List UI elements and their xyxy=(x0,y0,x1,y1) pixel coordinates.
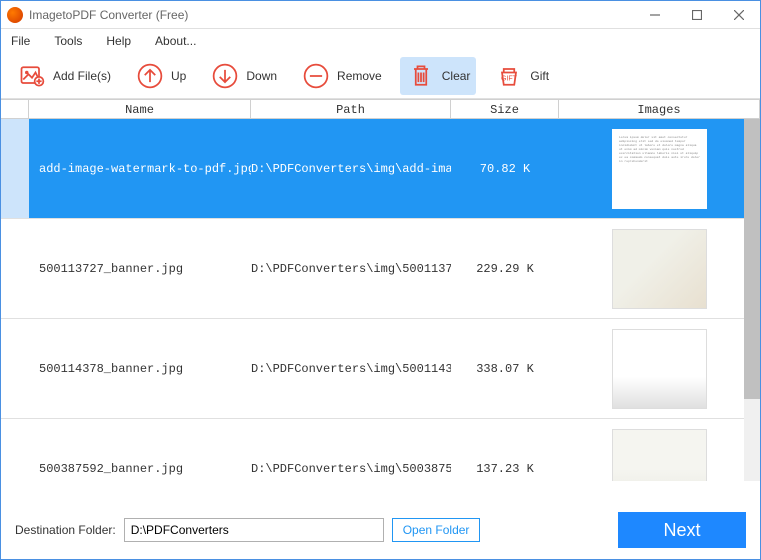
menu-tools[interactable]: Tools xyxy=(54,34,82,48)
add-file-icon xyxy=(17,61,47,91)
row-handle[interactable] xyxy=(1,419,29,481)
menu-file[interactable]: File xyxy=(11,34,30,48)
add-file-label: Add File(s) xyxy=(53,69,111,83)
cell-thumbnail: Lorem ipsum dolor sit amet consectetur a… xyxy=(559,129,760,209)
destination-label: Destination Folder: xyxy=(15,523,116,537)
maximize-button[interactable] xyxy=(676,1,718,29)
cell-thumbnail xyxy=(559,329,760,409)
cell-size: 229.29 K xyxy=(451,262,559,276)
cell-name: 500387592_banner.jpg xyxy=(29,462,251,476)
minimize-button[interactable] xyxy=(634,1,676,29)
thumbnail-image xyxy=(612,229,707,309)
cell-name: 500114378_banner.jpg xyxy=(29,362,251,376)
file-table: Name Path Size Images add-image-watermar… xyxy=(1,99,760,481)
titlebar: ImagetoPDF Converter (Free) xyxy=(1,1,760,29)
clear-label: Clear xyxy=(442,69,471,83)
col-name[interactable]: Name xyxy=(29,100,251,118)
table-header: Name Path Size Images xyxy=(1,99,760,119)
remove-icon xyxy=(301,61,331,91)
cell-size: 338.07 K xyxy=(451,362,559,376)
clear-button[interactable]: Clear xyxy=(400,57,477,95)
gift-icon: GIFT xyxy=(494,61,524,91)
thumbnail-image: Lorem ipsum dolor sit amet consectetur a… xyxy=(612,129,707,209)
cell-thumbnail xyxy=(559,429,760,482)
table-body: add-image-watermark-to-pdf.jpg D:\PDFCon… xyxy=(1,119,760,481)
row-handle[interactable] xyxy=(1,319,29,418)
arrow-up-icon xyxy=(135,61,165,91)
bottom-bar: Destination Folder: Open Folder Next xyxy=(1,501,760,559)
arrow-down-icon xyxy=(210,61,240,91)
menubar: File Tools Help About... xyxy=(1,29,760,53)
cell-thumbnail xyxy=(559,229,760,309)
thumbnail-image xyxy=(612,429,707,482)
down-label: Down xyxy=(246,69,277,83)
up-label: Up xyxy=(171,69,186,83)
thumbnail-image xyxy=(612,329,707,409)
cell-path: D:\PDFConverters\img\500114378... xyxy=(251,362,451,376)
window-controls xyxy=(634,1,760,29)
row-handle[interactable] xyxy=(1,119,29,218)
app-icon xyxy=(7,7,23,23)
cell-path: D:\PDFConverters\img\500387592... xyxy=(251,462,451,476)
remove-label: Remove xyxy=(337,69,382,83)
close-button[interactable] xyxy=(718,1,760,29)
cell-name: add-image-watermark-to-pdf.jpg xyxy=(29,162,251,176)
table-row[interactable]: add-image-watermark-to-pdf.jpg D:\PDFCon… xyxy=(1,119,760,219)
scrollbar-thumb[interactable] xyxy=(744,119,760,399)
up-button[interactable]: Up xyxy=(129,57,192,95)
gift-label: Gift xyxy=(530,69,549,83)
col-images[interactable]: Images xyxy=(559,100,760,118)
gift-button[interactable]: GIFT Gift xyxy=(488,57,555,95)
trash-icon xyxy=(406,61,436,91)
down-button[interactable]: Down xyxy=(204,57,283,95)
col-handle xyxy=(1,100,29,118)
cell-name: 500113727_banner.jpg xyxy=(29,262,251,276)
open-folder-button[interactable]: Open Folder xyxy=(392,518,481,542)
cell-path: D:\PDFConverters\img\add-image... xyxy=(251,162,451,176)
col-size[interactable]: Size xyxy=(451,100,559,118)
menu-about[interactable]: About... xyxy=(155,34,196,48)
next-button[interactable]: Next xyxy=(618,512,746,548)
table-row[interactable]: 500387592_banner.jpg D:\PDFConverters\im… xyxy=(1,419,760,481)
cell-path: D:\PDFConverters\img\500113727... xyxy=(251,262,451,276)
col-path[interactable]: Path xyxy=(251,100,451,118)
cell-size: 70.82 K xyxy=(451,162,559,176)
table-row[interactable]: 500113727_banner.jpg D:\PDFConverters\im… xyxy=(1,219,760,319)
row-handle[interactable] xyxy=(1,219,29,318)
vertical-scrollbar[interactable] xyxy=(744,119,760,481)
menu-help[interactable]: Help xyxy=(106,34,131,48)
destination-input[interactable] xyxy=(124,518,384,542)
toolbar: Add File(s) Up Down Remove Clear GIFT Gi… xyxy=(1,53,760,99)
window-title: ImagetoPDF Converter (Free) xyxy=(29,8,634,22)
add-file-button[interactable]: Add File(s) xyxy=(11,57,117,95)
svg-text:GIFT: GIFT xyxy=(501,75,518,82)
cell-size: 137.23 K xyxy=(451,462,559,476)
table-row[interactable]: 500114378_banner.jpg D:\PDFConverters\im… xyxy=(1,319,760,419)
remove-button[interactable]: Remove xyxy=(295,57,388,95)
